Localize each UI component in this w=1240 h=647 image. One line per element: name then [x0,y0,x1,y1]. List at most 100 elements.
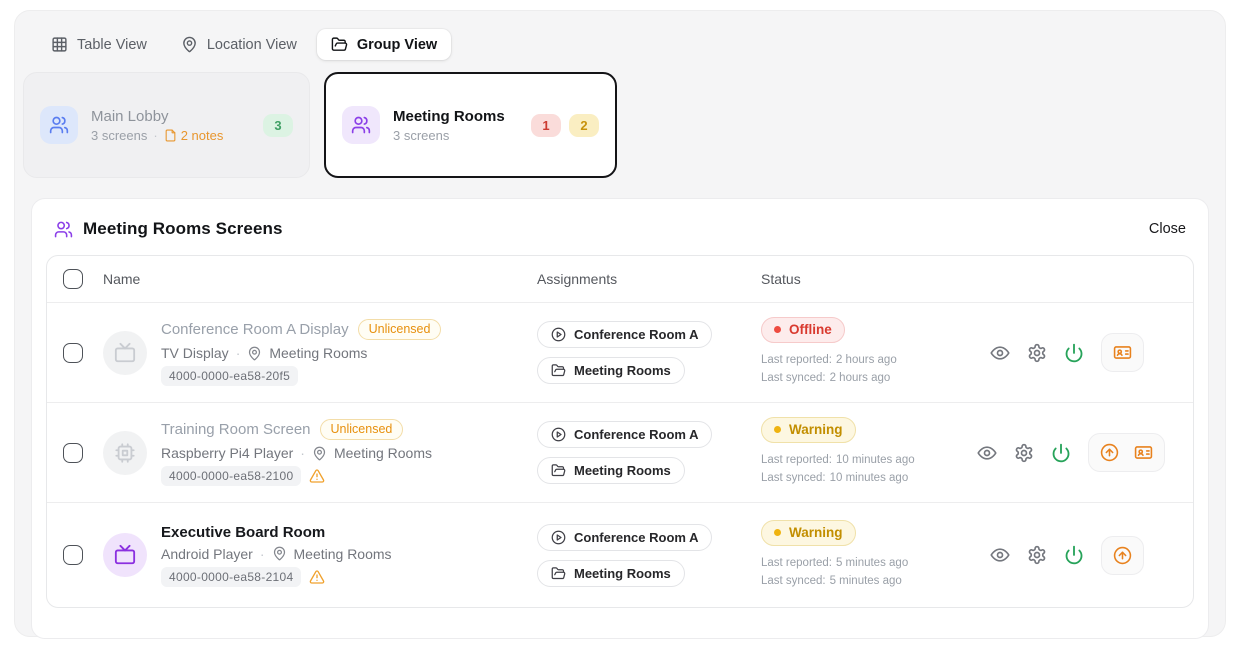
screen-name[interactable]: Conference Room A Display [161,321,349,338]
table-row: Executive Board Room Android Player · Me… [47,503,1193,607]
dot-separator: · [153,128,157,143]
status-meta: Last reported:2 hours ago Last synced:2 … [761,352,977,388]
dot-separator: · [260,546,265,562]
power-button[interactable] [1051,443,1071,463]
power-button[interactable] [1064,343,1084,363]
tab-group-view[interactable]: Group View [317,29,451,60]
dot-separator: · [300,445,305,461]
status-dot [774,426,781,433]
tv-icon [114,544,136,566]
license-button[interactable] [1113,343,1132,362]
assignment-tag[interactable]: Meeting Rooms [537,457,685,484]
settings-button[interactable] [1027,545,1047,565]
group-count-badge: 3 [263,114,293,137]
location-pin-icon [247,346,262,361]
group-notes[interactable]: 2 notes [164,128,224,143]
folder-open-icon [551,463,566,478]
view-tabbar: Table View Location View Group View [37,29,1217,60]
id-card-icon [1113,343,1132,362]
assignment-tag[interactable]: Conference Room A [537,421,712,448]
group-count-badge-red: 1 [531,114,561,137]
preview-button[interactable] [990,343,1010,363]
status-label: Warning [789,422,843,437]
tab-location-view[interactable]: Location View [167,29,311,60]
device-id-badge: 4000-0000-ea58-2104 [161,567,301,587]
status-badge-warning: Warning [761,417,856,443]
gear-icon [1027,343,1047,363]
device-type: TV Display [161,345,229,361]
eye-icon [990,343,1010,363]
panel-title: Meeting Rooms Screens [83,219,283,239]
group-avatar [342,106,380,144]
group-card-main-lobby[interactable]: Main Lobby 3 screens · 2 notes 3 [23,72,310,178]
warning-triangle-icon [309,468,325,484]
group-avatar [40,106,78,144]
power-button[interactable] [1064,545,1084,565]
group-notes-label: 2 notes [181,128,224,143]
power-icon [1064,343,1084,363]
group-subtitle: 3 screens · 2 notes [91,128,223,143]
play-circle-icon [551,530,566,545]
group-name: Main Lobby [91,108,223,125]
group-card-meeting-rooms[interactable]: Meeting Rooms 3 screens 1 2 [324,72,617,178]
power-icon [1051,443,1071,463]
device-location: Meeting Rooms [269,345,367,361]
assignment-tag[interactable]: Meeting Rooms [537,560,685,587]
id-card-icon [1134,443,1153,462]
gear-icon [1027,545,1047,565]
update-button[interactable] [1113,546,1132,565]
screen-name[interactable]: Executive Board Room [161,524,325,541]
status-badge-offline: Offline [761,317,845,343]
group-screens-count: 3 screens [393,128,449,143]
unlicensed-badge: Unlicensed [320,419,404,440]
settings-button[interactable] [1014,443,1034,463]
table-icon [51,36,68,53]
location-pin-icon [181,36,198,53]
update-button[interactable] [1100,443,1119,462]
tab-label: Group View [357,37,437,53]
tab-table-view[interactable]: Table View [37,29,161,60]
device-type: Raspberry Pi4 Player [161,445,293,461]
group-screens-count: 3 screens [91,128,147,143]
status-meta: Last reported:10 minutes ago Last synced… [761,452,977,488]
assignment-label: Conference Room A [574,530,698,545]
select-all-checkbox[interactable] [63,269,83,289]
screen-name[interactable]: Training Room Screen [161,421,311,438]
table-header-row: Name Assignments Status [47,256,1193,303]
eye-icon [990,545,1010,565]
location-pin-icon [272,546,287,561]
alert-actions-box [1101,333,1144,372]
dot-separator: · [236,345,241,361]
row-checkbox[interactable] [63,443,83,463]
preview-button[interactable] [977,443,997,463]
folder-open-icon [551,566,566,581]
users-icon [49,115,69,135]
folder-open-icon [331,36,348,53]
tab-label: Table View [77,37,147,53]
row-checkbox[interactable] [63,343,83,363]
assignment-label: Meeting Rooms [574,566,671,581]
eye-icon [977,443,997,463]
column-header-status: Status [761,271,977,287]
assignment-label: Conference Room A [574,427,698,442]
status-meta: Last reported:5 minutes ago Last synced:… [761,555,977,591]
gear-icon [1014,443,1034,463]
group-cards: Main Lobby 3 screens · 2 notes 3 Meet [23,72,1217,178]
settings-button[interactable] [1027,343,1047,363]
tv-icon [114,342,136,364]
assignment-label: Conference Room A [574,327,698,342]
preview-button[interactable] [990,545,1010,565]
app-shell: Table View Location View Group View Main… [14,10,1226,637]
group-count-badge-yellow: 2 [569,114,599,137]
row-checkbox[interactable] [63,545,83,565]
close-panel-button[interactable]: Close [1149,221,1186,237]
assignment-tag[interactable]: Conference Room A [537,321,712,348]
assignment-tag[interactable]: Meeting Rooms [537,357,685,384]
note-icon [164,129,177,142]
alert-actions-box [1088,433,1165,472]
alert-actions-box [1101,536,1144,575]
status-label: Offline [789,322,832,337]
license-button[interactable] [1134,443,1153,462]
device-type: Android Player [161,546,253,562]
assignment-tag[interactable]: Conference Room A [537,524,712,551]
